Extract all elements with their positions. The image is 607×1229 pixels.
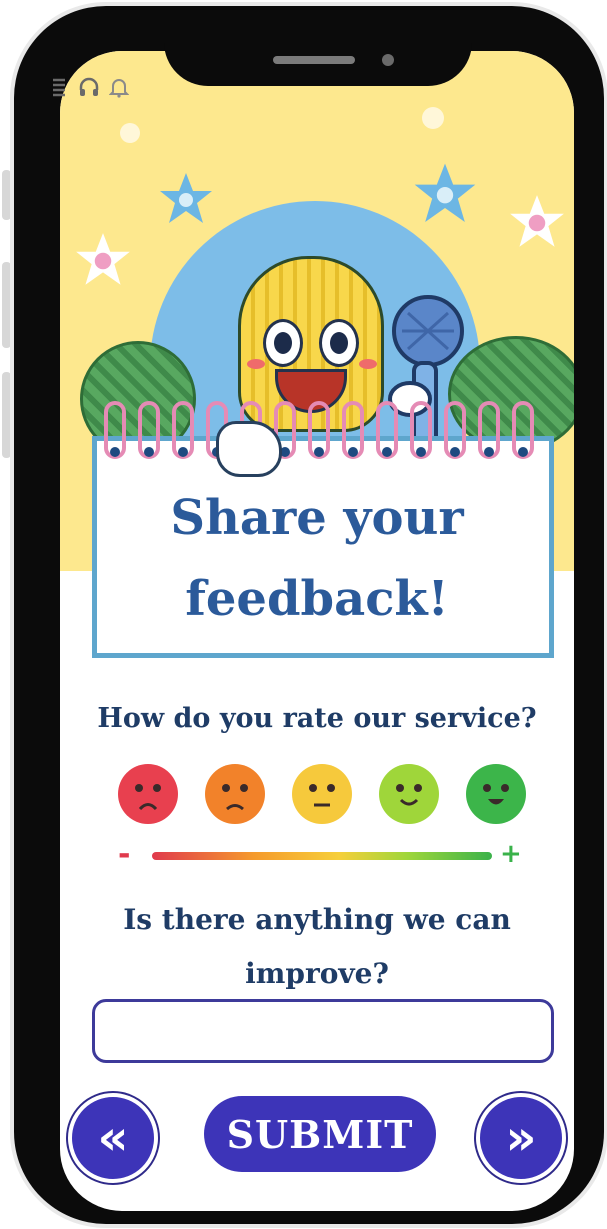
binding-ring bbox=[376, 401, 398, 459]
star-icon bbox=[414, 163, 476, 222]
spiral-binding bbox=[104, 401, 534, 471]
rating-neutral-button[interactable] bbox=[292, 764, 352, 824]
binding-ring bbox=[172, 401, 194, 459]
phone-frame: Share your feedback! How do you rate our… bbox=[14, 6, 604, 1224]
double-chevron-left-icon: « bbox=[97, 1110, 129, 1166]
double-chevron-right-icon: » bbox=[505, 1110, 537, 1166]
binding-ring bbox=[444, 401, 466, 459]
binding-ring bbox=[308, 401, 330, 459]
phone-notch bbox=[164, 12, 472, 86]
face-eye bbox=[135, 784, 143, 792]
face-eye bbox=[309, 784, 317, 792]
bell-icon[interactable] bbox=[108, 76, 130, 98]
mascot-eye-right bbox=[319, 319, 359, 367]
binding-ring bbox=[104, 401, 126, 459]
submit-button[interactable]: SUBMIT bbox=[204, 1096, 436, 1172]
mascot-cheek-left bbox=[247, 359, 265, 369]
face-eye bbox=[240, 784, 248, 792]
improve-question-line-1: Is there anything we can bbox=[123, 903, 511, 936]
decor-dot bbox=[120, 123, 140, 143]
face-eye bbox=[483, 784, 491, 792]
flower-icon bbox=[76, 233, 130, 285]
rating-very-happy-button[interactable] bbox=[466, 764, 526, 824]
improve-question-line-2: improve? bbox=[245, 957, 389, 990]
frown-icon bbox=[226, 804, 244, 810]
front-camera bbox=[382, 54, 394, 66]
speaker-grille bbox=[273, 56, 355, 64]
rating-unhappy-button[interactable] bbox=[205, 764, 265, 824]
neutral-mouth-icon bbox=[314, 803, 330, 807]
rating-very-unhappy-button[interactable] bbox=[118, 764, 178, 824]
menu-icon[interactable] bbox=[48, 76, 70, 98]
smile-icon bbox=[399, 798, 419, 806]
side-button-top bbox=[2, 170, 11, 220]
mascot-cheek-right bbox=[359, 359, 377, 369]
status-icons bbox=[48, 76, 130, 98]
headline-line-1: Share your bbox=[170, 490, 464, 546]
phone-screen: Share your feedback! How do you rate our… bbox=[60, 51, 574, 1211]
flower-icon bbox=[510, 195, 564, 247]
face-eye bbox=[414, 784, 422, 792]
binding-ring bbox=[512, 401, 534, 459]
face-eye bbox=[222, 784, 230, 792]
rating-faces bbox=[118, 764, 526, 824]
star-icon bbox=[160, 173, 212, 223]
rating-scale-bar bbox=[152, 852, 492, 860]
binding-ring bbox=[138, 401, 160, 459]
face-eye bbox=[327, 784, 335, 792]
scale-minus-label: - bbox=[118, 837, 131, 872]
face-eye bbox=[153, 784, 161, 792]
volume-up-button bbox=[2, 262, 11, 348]
binding-ring bbox=[342, 401, 364, 459]
face-eye bbox=[396, 784, 404, 792]
mascot-eye-left bbox=[263, 319, 303, 367]
volume-down-button bbox=[2, 372, 11, 458]
frown-icon bbox=[138, 803, 158, 810]
improve-input[interactable] bbox=[92, 999, 554, 1063]
back-button[interactable]: « bbox=[68, 1093, 158, 1183]
mascot-glove bbox=[216, 421, 282, 477]
decor-dot bbox=[422, 107, 444, 129]
binding-ring bbox=[478, 401, 500, 459]
binding-ring bbox=[410, 401, 432, 459]
headline-line-2: feedback! bbox=[185, 571, 449, 627]
face-eye bbox=[501, 784, 509, 792]
scale-plus-label: + bbox=[500, 839, 522, 869]
grin-icon bbox=[488, 799, 504, 805]
headphones-icon[interactable] bbox=[78, 76, 100, 98]
rating-happy-button[interactable] bbox=[379, 764, 439, 824]
rating-question: How do you rate our service? bbox=[97, 703, 537, 734]
forward-button[interactable]: » bbox=[476, 1093, 566, 1183]
